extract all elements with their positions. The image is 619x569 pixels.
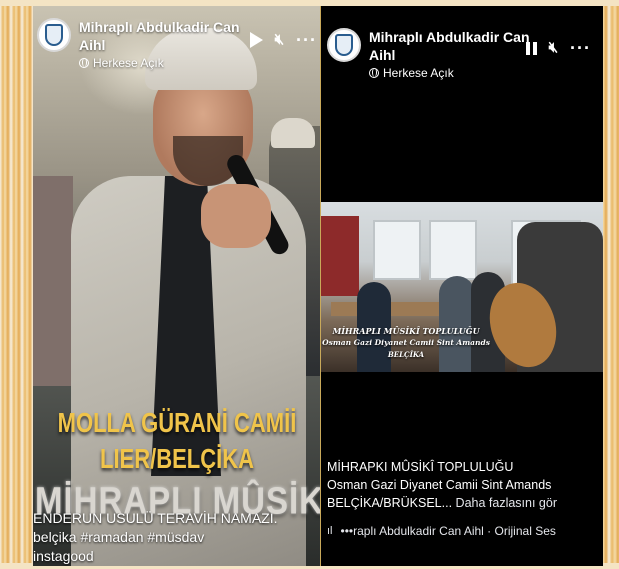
caption-line: ENDERUN USULÜ TERAVİH NAMAZI.: [33, 510, 278, 526]
avatar[interactable]: [37, 18, 71, 52]
caption-line: MİHRAPKI MÛSİKÎ TOPLULUĞU: [327, 460, 514, 474]
privacy-label: Herkese Açık: [383, 66, 454, 80]
audio-label: •••raplı Abdulkadir Can Aihl · Orijinal …: [340, 524, 556, 538]
more-options-icon[interactable]: ···: [570, 39, 591, 57]
caption-line: Osman Gazi Diyanet Camii Sint Amands: [327, 478, 552, 492]
video-overlay-country: BELÇİKA: [387, 350, 425, 359]
caption-hashtags[interactable]: instagood: [33, 547, 321, 566]
see-more-link[interactable]: Daha fazlasını gör: [456, 496, 557, 510]
privacy-label: Herkese Açık: [93, 56, 164, 70]
globe-icon: [369, 68, 379, 78]
speaker-muted-icon[interactable]: 🔇︎: [275, 32, 284, 48]
author-name[interactable]: Mihraplı Abdulkadir Can Aihl: [369, 28, 539, 64]
pause-icon[interactable]: [525, 41, 537, 55]
post-caption[interactable]: MİHRAPKI MÛSİKÎ TOPLULUĞU Osman Gazi Diy…: [327, 458, 603, 512]
video-overlay-title: MİHRAPLI MÛSİKÎ TOPLULUĞU: [332, 326, 480, 336]
video-controls: 🔇︎ ···: [525, 39, 591, 57]
original-audio-bar[interactable]: ıl •••raplı Abdulkadir Can Aihl · Orijin…: [327, 524, 603, 538]
speaker-muted-icon[interactable]: 🔇︎: [549, 40, 558, 56]
video-frame-ensemble[interactable]: MİHRAPLI MÛSİKÎ TOPLULUĞU Osman Gazi Diy…: [321, 202, 603, 372]
avatar[interactable]: [327, 28, 361, 62]
privacy-indicator: Herkese Açık: [369, 66, 539, 80]
left-video-post[interactable]: Mihraplı Abdulkadir Can Aihl Herkese Açı…: [33, 6, 321, 566]
globe-icon: [79, 58, 89, 68]
right-video-post[interactable]: Mihraplı Abdulkadir Can Aihl Herkese Açı…: [321, 6, 603, 566]
video-controls: 🔇︎ ···: [249, 31, 317, 49]
privacy-indicator: Herkese Açık: [79, 56, 249, 70]
post-caption[interactable]: ENDERUN USULÜ TERAVİH NAMAZI. belçika #r…: [33, 509, 321, 566]
mosque-logo-icon: [335, 34, 353, 56]
caption-hashtags[interactable]: belçika #ramadan #müsdav: [33, 528, 321, 547]
video-overlay-venue: Osman Gazi Diyanet Camii Sint Amands: [322, 338, 490, 347]
more-options-icon[interactable]: ···: [296, 31, 317, 49]
video-overlay-title: MOLLA GÜRANİ CAMİİ: [57, 406, 297, 438]
author-name[interactable]: Mihraplı Abdulkadir Can Aihl: [79, 18, 249, 54]
music-note-icon: ıl: [327, 525, 333, 537]
video-overlay-location: LIER/BELÇİKA: [100, 442, 254, 474]
caption-line: BELÇİKA/BRÜKSEL...: [327, 496, 453, 510]
mosque-logo-icon: [45, 24, 63, 46]
play-icon[interactable]: [249, 32, 263, 48]
